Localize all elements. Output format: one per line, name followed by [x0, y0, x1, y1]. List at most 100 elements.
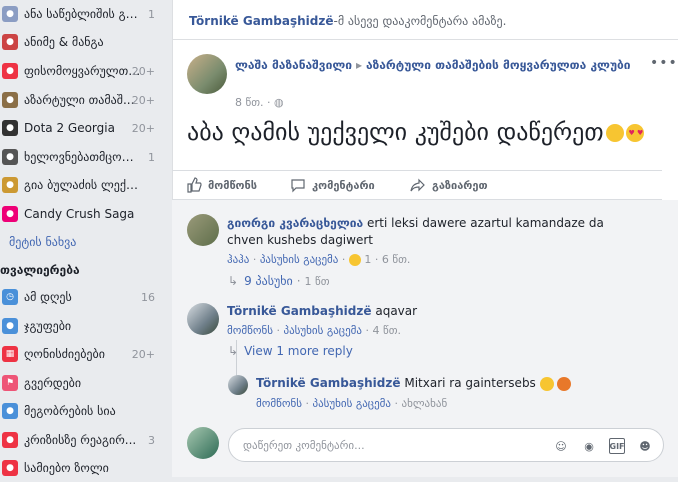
- comment-notice: Törnikë Gambaşhidzë-მ ასევე დააკომენტარა…: [173, 0, 678, 40]
- basketball-emoji-icon: [557, 376, 572, 391]
- comment-meta: მომწონს · პასუხის გაცემა · 4 წთ.: [227, 324, 402, 337]
- sticker-icon[interactable]: ☻: [637, 438, 653, 454]
- sidebar-item-group-8[interactable]: ● Candy Crush Saga: [0, 200, 165, 228]
- reply-author-name[interactable]: Törnikë Gambaşhidzë: [256, 376, 401, 390]
- emoji-icon[interactable]: ☺: [553, 438, 569, 454]
- comment-input[interactable]: დაწერეთ კომენტარი...: [243, 439, 365, 452]
- share-label: გაზიარეთ: [432, 178, 488, 192]
- friends-icon: ●: [2, 403, 18, 419]
- sidebar-item-group-5[interactable]: ● Dota 2 Georgia 20+: [0, 114, 165, 142]
- sidebar-item-count: 1: [148, 150, 155, 164]
- reply-time[interactable]: ახლახან: [402, 397, 448, 410]
- reply-link[interactable]: პასუხის გაცემა: [312, 397, 391, 410]
- reply-body: Törnikë Gambaşhidzë Mitxari ra gainterse…: [256, 375, 656, 392]
- post-meta: 8 წთ. · ◍: [235, 96, 284, 109]
- sidebar-item-group-1[interactable]: ● ანა საწებლიშის გვ... 1: [0, 0, 165, 28]
- sidebar-item-label: აზარტული თამაშ...: [24, 93, 135, 107]
- post-action-bar: მომწონს კომენტარი გაზიარეთ: [172, 170, 662, 200]
- search-icon: ●: [2, 460, 18, 476]
- group-icon: ●: [2, 149, 18, 165]
- sidebar-item-friend-lists[interactable]: ● მეგობრების სია: [0, 397, 165, 425]
- left-sidebar: ● ანა საწებლიშის გვ... 1 ● ანიმე & მანგა…: [0, 0, 165, 477]
- current-user-avatar[interactable]: [187, 427, 219, 459]
- gif-icon[interactable]: GIF: [609, 438, 625, 454]
- comment-time[interactable]: 4 წთ.: [373, 324, 402, 337]
- heart-eyes-emoji-icon: ♥ ♥: [625, 124, 644, 142]
- reply-link[interactable]: პასუხის გაცემა: [283, 324, 362, 337]
- group-icon: ●: [2, 34, 18, 50]
- comment-composer[interactable]: დაწერეთ კომენტარი... ☺ ◉ GIF ☻: [228, 428, 664, 462]
- reply-link[interactable]: პასუხის გაცემა: [260, 253, 339, 266]
- arrow-right-icon: ▸: [356, 58, 363, 72]
- post-time[interactable]: 8 წთ.: [235, 96, 264, 109]
- sidebar-item-events[interactable]: ▦ ღონისძიებები 20+: [0, 340, 165, 368]
- post-author-avatar[interactable]: [187, 54, 227, 94]
- sidebar-item-label: მეგობრების სია: [24, 404, 116, 418]
- sidebar-item-count: 20+: [131, 121, 155, 135]
- haha-emoji-icon: [348, 254, 361, 266]
- sidebar-item-label: ამ დღეს: [24, 290, 72, 304]
- post-author-name[interactable]: ლაშა მაზანაშვილი: [235, 58, 352, 72]
- sidebar-item-count: 20+: [131, 64, 155, 78]
- post-group-name[interactable]: აზარტული თამაშების მოყვარულთა კლუბი: [366, 58, 631, 72]
- sidebar-item-label: Dota 2 Georgia: [24, 121, 115, 135]
- comment-time[interactable]: 6 წთ.: [382, 253, 411, 266]
- globe-icon: ◍: [274, 96, 284, 109]
- comment-body: გიორგი კვარაცხელია erti leksi dawere aza…: [227, 215, 627, 249]
- sidebar-item-count: 16: [141, 290, 155, 304]
- replies-count: 9 პასუხი: [244, 274, 293, 288]
- comment-text: aqavar: [375, 304, 418, 318]
- sidebar-item-group-3[interactable]: ● ფისომოყვარულთა... 20+: [0, 57, 165, 85]
- view-replies-link[interactable]: ↳ 9 პასუხი · 1 წთ: [228, 274, 330, 288]
- sidebar-item-groups[interactable]: ● ჯგუფები: [0, 312, 165, 340]
- sidebar-item-group-4[interactable]: ● აზარტული თამაშ... 20+: [0, 86, 165, 114]
- reply-author-avatar[interactable]: [228, 375, 248, 395]
- post-options-button[interactable]: •••: [650, 55, 678, 71]
- reply-arrow-icon: ↳: [228, 274, 239, 288]
- group-icon: ●: [2, 92, 18, 108]
- commenter-avatar[interactable]: [187, 303, 219, 335]
- share-icon: [410, 178, 425, 192]
- commenter-avatar[interactable]: [187, 214, 219, 246]
- sidebar-item-group-7[interactable]: ● გია ბულაძის ლექს...: [0, 171, 165, 199]
- sidebar-item-crisis-response[interactable]: ● კრიზისზე რეაგირ... 3: [0, 426, 165, 454]
- sidebar-item-count: 1: [148, 7, 155, 21]
- sidebar-item-group-2[interactable]: ● ანიმე & მანგა: [0, 28, 165, 56]
- see-more-link[interactable]: მეტის ნახვა: [9, 235, 76, 249]
- reaction-count[interactable]: 1: [364, 253, 371, 266]
- flexed-biceps-emoji-icon: [539, 376, 554, 391]
- thumbs-up-icon: [187, 177, 202, 193]
- comment-icon: [291, 179, 305, 193]
- sidebar-item-label: ანა საწებლიშის გვ...: [24, 7, 142, 21]
- sidebar-item-label: ხელოვნებათმცოდ...: [24, 150, 142, 164]
- post-text: აბა ღამის უექველი კუშები დაწერეთ ♥ ♥: [187, 118, 644, 146]
- like-link[interactable]: მომწონს: [227, 324, 273, 337]
- explore-section-title: თვალიერება: [0, 263, 80, 277]
- commenter-name[interactable]: Törnikë Gambaşhidzë: [227, 304, 372, 318]
- camera-icon[interactable]: ◉: [581, 438, 597, 454]
- sidebar-item-label: კრიზისზე რეაგირ...: [24, 433, 137, 447]
- view-more-label: View 1 more reply: [244, 344, 353, 358]
- like-label: მომწონს: [208, 178, 258, 192]
- crisis-icon: ●: [2, 432, 18, 448]
- sidebar-item-count: 3: [148, 433, 155, 447]
- notice-text: -მ ასევე დააკომენტარა ამაზე.: [333, 14, 507, 28]
- replies-time: 1 წთ: [304, 274, 330, 288]
- view-more-replies-link[interactable]: ↳ View 1 more reply: [228, 344, 353, 358]
- group-icon: ●: [2, 6, 18, 22]
- groups-icon: ●: [2, 318, 18, 334]
- like-link[interactable]: მომწონს: [256, 397, 302, 410]
- comment-button[interactable]: კომენტარი: [290, 177, 375, 193]
- notice-name-link[interactable]: Törnikë Gambaşhidzë: [189, 14, 334, 28]
- sidebar-item-count: 20+: [131, 347, 155, 361]
- haha-reaction-link[interactable]: ჰაჰა: [227, 253, 249, 266]
- like-button[interactable]: მომწონს: [186, 177, 257, 193]
- share-button[interactable]: გაზიარეთ: [410, 177, 488, 193]
- sidebar-item-search[interactable]: ● სამიებო ზოლი: [0, 454, 165, 482]
- commenter-name[interactable]: გიორგი კვარაცხელია: [227, 216, 363, 230]
- sidebar-item-group-6[interactable]: ● ხელოვნებათმცოდ... 1: [0, 143, 165, 171]
- sidebar-item-label: სამიებო ზოლი: [24, 461, 109, 475]
- sidebar-item-pages[interactable]: ⚑ გვერდები: [0, 369, 165, 397]
- sidebar-item-on-this-day[interactable]: ◷ ამ დღეს 16: [0, 283, 165, 311]
- reply-meta: მომწონს · პასუხის გაცემა · ახლახან: [256, 397, 448, 410]
